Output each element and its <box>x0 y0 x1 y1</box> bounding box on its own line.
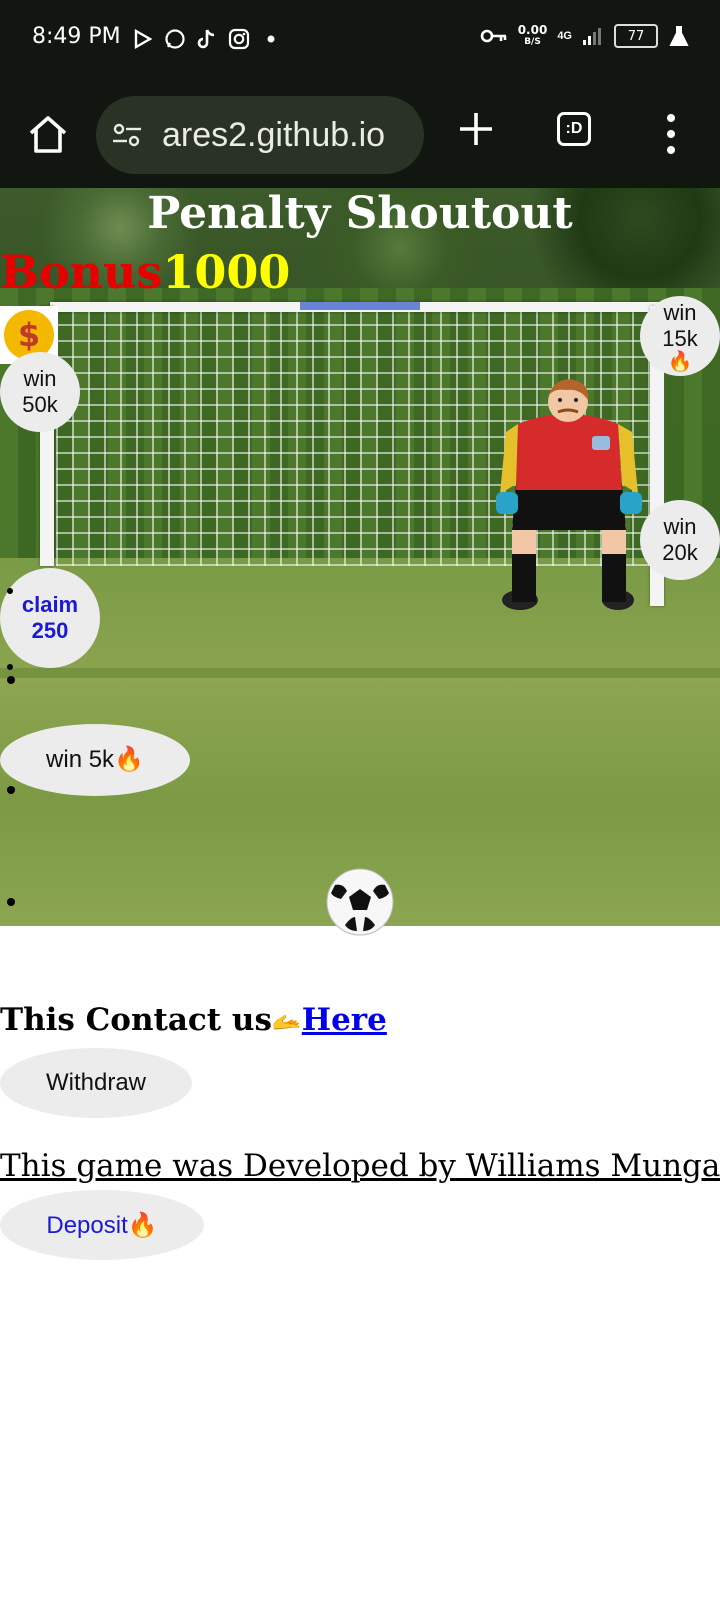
network-speed-unit: B/S <box>524 37 541 47</box>
contact-line: This Contact us🫴Here <box>0 1002 387 1038</box>
url-text[interactable]: ares2.github.io <box>162 116 385 155</box>
vpn-key-icon <box>480 25 508 47</box>
battery-indicator: 77 <box>614 24 658 48</box>
browser-toolbar: ares2.github.io :D <box>0 80 720 188</box>
network-speed: 0.00 B/S <box>517 23 548 47</box>
home-icon <box>29 116 67 153</box>
instagram-icon <box>228 28 250 50</box>
status-bar: 8:49 PM 0.00 B/S 4G 77 <box>0 0 720 80</box>
withdraw-button[interactable]: Withdraw <box>0 1048 192 1118</box>
bonus-display: Bonus1000 <box>0 244 290 300</box>
deposit-button[interactable]: Deposit🔥 <box>0 1190 204 1260</box>
media-icon <box>132 28 154 50</box>
home-button[interactable] <box>26 113 70 157</box>
notification-icons <box>132 28 282 50</box>
list-bullet <box>7 664 13 670</box>
win-15k-button[interactable]: win 15k 🔥 <box>640 296 720 376</box>
plus-icon <box>460 113 492 145</box>
site-settings-icon[interactable] <box>112 122 142 148</box>
palm-up-hand-icon: 🫴 <box>271 1008 302 1036</box>
tiktok-icon <box>196 28 218 50</box>
labs-flask-icon <box>668 25 690 47</box>
whatsapp-icon <box>164 28 186 50</box>
goal-sponsor-banner <box>300 302 420 310</box>
contact-prefix: This Contact us <box>0 1002 272 1038</box>
fire-emoji-icon: 🔥 <box>667 351 693 373</box>
bonus-value: 1000 <box>162 245 291 299</box>
network-type: 4G <box>557 30 572 42</box>
goalkeeper <box>496 379 642 610</box>
more-notifications-dot-icon <box>260 28 282 50</box>
address-bar[interactable]: ares2.github.io <box>96 96 424 174</box>
tab-switcher-button[interactable]: :D <box>557 112 591 146</box>
claim-250-button[interactable]: claim 250 <box>0 568 100 668</box>
new-tab-button[interactable] <box>456 109 496 149</box>
clock: 8:49 PM <box>32 24 121 49</box>
bonus-label: Bonus <box>0 245 163 299</box>
list-bullet <box>7 588 13 594</box>
contact-here-link[interactable]: Here <box>302 1002 387 1038</box>
list-bullet <box>7 676 15 684</box>
win-20k-button[interactable]: win 20k <box>640 500 720 580</box>
soccer-ball[interactable] <box>325 867 395 937</box>
signal-icon <box>582 25 604 47</box>
win-15k-label: win 15k <box>662 300 698 351</box>
win-5k-button[interactable]: win 5k🔥 <box>0 724 190 796</box>
win-50k-button[interactable]: win 50k <box>0 352 80 432</box>
list-bullet <box>7 786 15 794</box>
system-icons: 0.00 B/S 4G 77 <box>480 24 690 48</box>
developer-credit[interactable]: This game was Developed by Williams Mung… <box>0 1148 720 1184</box>
browser-menu-button[interactable] <box>664 112 678 156</box>
network-speed-value: 0.00 <box>517 23 548 37</box>
more-vert-icon <box>667 114 675 154</box>
list-bullet <box>7 898 15 906</box>
game-title: Penalty Shoutout <box>147 188 573 239</box>
